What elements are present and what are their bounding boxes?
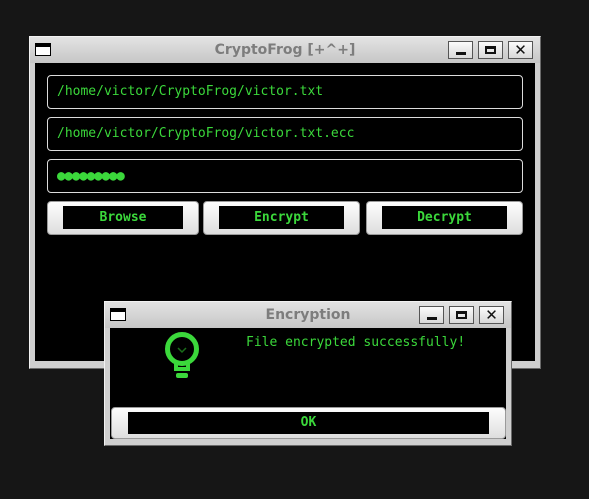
main-titlebar[interactable]: CryptoFrog [+^+] ✕	[30, 37, 540, 63]
dialog-close-button[interactable]: ✕	[479, 306, 504, 324]
lightbulb-icon	[165, 332, 199, 378]
output-file-field[interactable]: /home/victor/CryptoFrog/victor.txt.ecc	[47, 117, 523, 151]
ok-button-label: OK	[128, 412, 489, 434]
minimize-button[interactable]	[448, 41, 473, 59]
decrypt-button[interactable]: Decrypt	[366, 201, 523, 235]
dialog-minimize-button[interactable]	[419, 306, 444, 324]
maximize-button[interactable]	[478, 41, 503, 59]
encrypt-button-label: Encrypt	[219, 206, 344, 229]
dialog-message: File encrypted successfully!	[246, 335, 466, 350]
dialog-content: File encrypted successfully! OK	[110, 328, 506, 439]
browse-button-label: Browse	[63, 206, 183, 229]
close-icon: ✕	[514, 41, 527, 59]
maximize-icon	[485, 46, 496, 54]
browse-button[interactable]: Browse	[47, 201, 199, 235]
password-field[interactable]: ●●●●●●●●●	[47, 159, 523, 193]
close-button[interactable]: ✕	[508, 41, 533, 59]
dialog-maximize-button[interactable]	[449, 306, 474, 324]
minimize-icon	[426, 317, 437, 320]
close-icon: ✕	[485, 306, 498, 324]
dialog-window: Encryption ✕ File encrypted successfully…	[104, 301, 512, 446]
ok-button[interactable]: OK	[111, 407, 506, 439]
input-file-field[interactable]: /home/victor/CryptoFrog/victor.txt	[47, 75, 523, 109]
minimize-icon	[455, 52, 466, 55]
desktop: CryptoFrog [+^+] ✕ /home/victor/CryptoFr…	[0, 0, 589, 499]
maximize-icon	[456, 311, 467, 319]
dialog-titlebar[interactable]: Encryption ✕	[105, 302, 511, 328]
decrypt-button-label: Decrypt	[382, 206, 507, 229]
encrypt-button[interactable]: Encrypt	[203, 201, 360, 235]
